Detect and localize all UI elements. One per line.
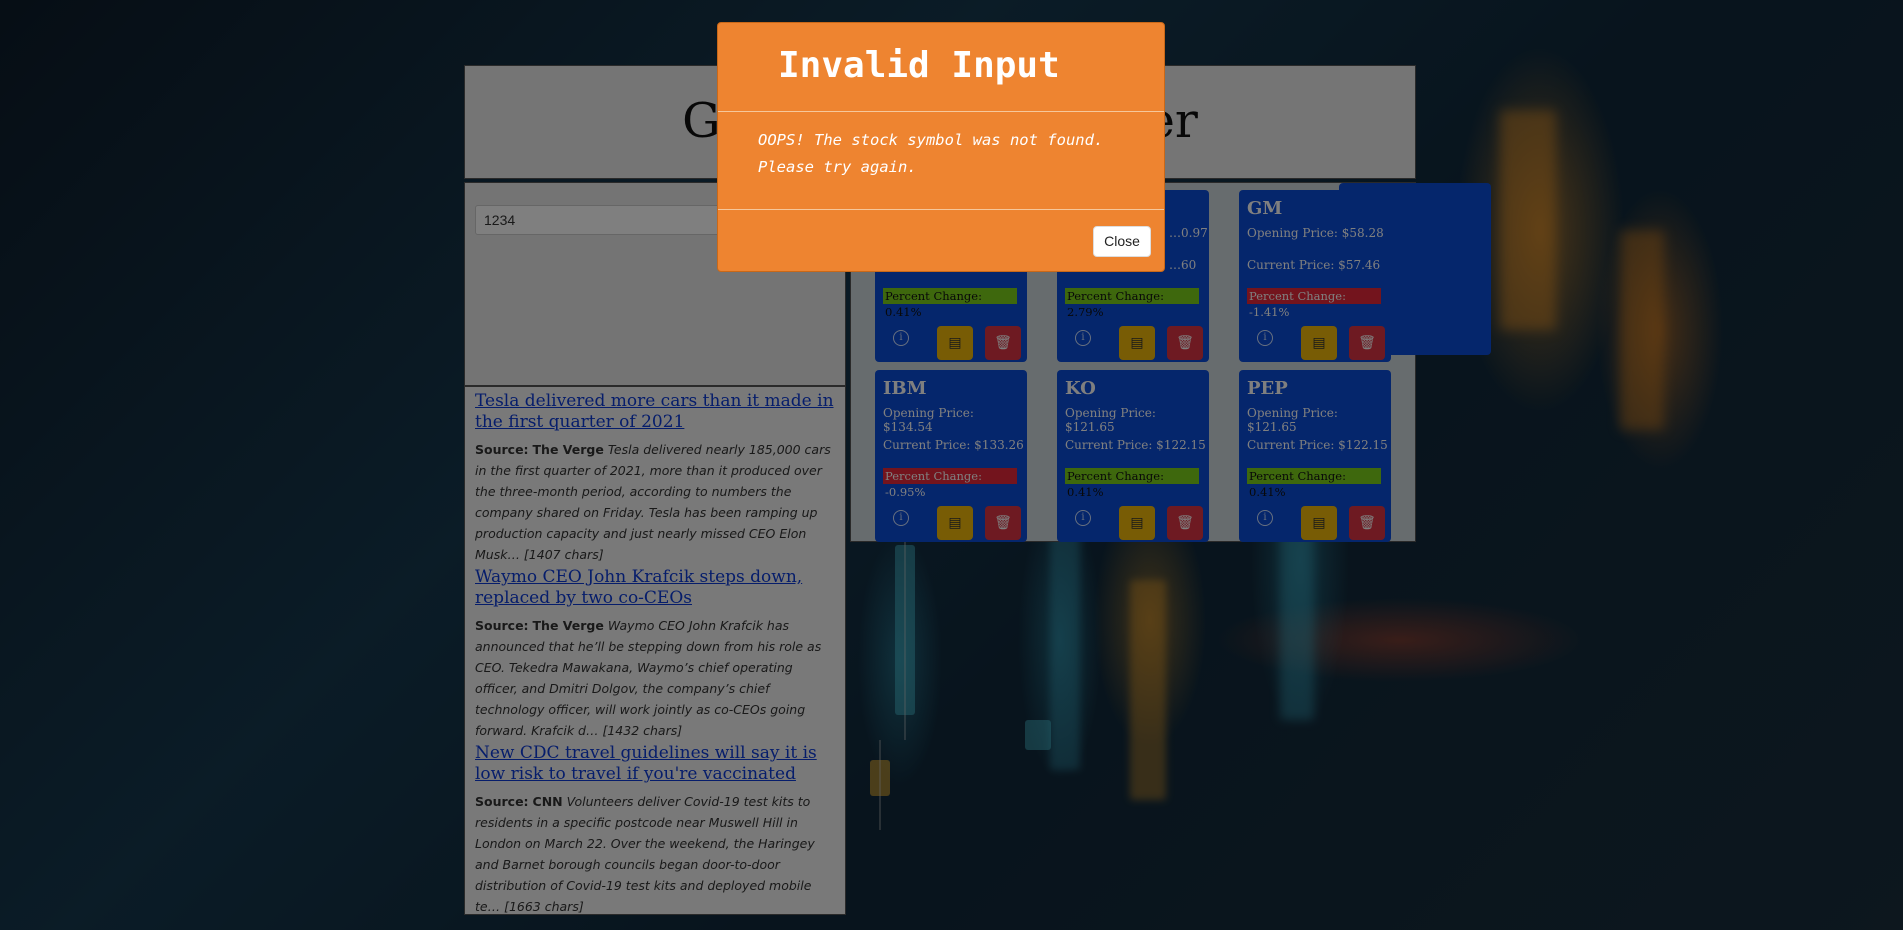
modal-message: OOPS! The stock symbol was not found. Pl…: [758, 131, 1104, 176]
modal-divider: [718, 111, 1164, 112]
modal-title: Invalid Input: [778, 45, 1060, 86]
modal-divider: [718, 209, 1164, 210]
close-button[interactable]: Close: [1093, 226, 1151, 257]
error-modal: Invalid Input OOPS! The stock symbol was…: [717, 22, 1165, 272]
